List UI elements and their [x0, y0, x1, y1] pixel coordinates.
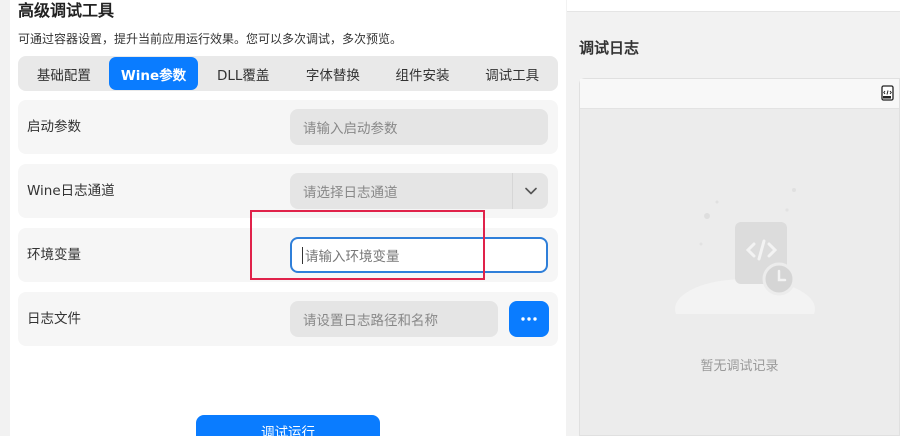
launch-params-label: 启动参数	[27, 119, 81, 135]
env-vars-label: 环境变量	[27, 247, 81, 263]
tab-debug-tools[interactable]: 调试工具	[467, 57, 557, 90]
log-toolbar	[580, 79, 899, 109]
right-top-bar	[567, 0, 900, 12]
log-channel-select[interactable]: 请选择日志通道	[290, 173, 548, 209]
page-description: 可通过容器设置，提升当前应用运行效果。您可以多次调试，多次预览。	[18, 32, 403, 46]
log-channel-placeholder: 请选择日志通道	[303, 185, 398, 201]
debug-run-button[interactable]: 调试运行	[196, 415, 380, 436]
tab-component-install[interactable]: 组件安装	[378, 57, 468, 90]
chevron-down-icon[interactable]	[512, 173, 548, 209]
launch-params-input[interactable]: 请输入启动参数	[290, 109, 548, 145]
tab-wine-params[interactable]: Wine参数	[108, 57, 199, 90]
log-title: 调试日志	[579, 39, 640, 57]
debug-log-panel: 暂无调试记录	[579, 78, 900, 436]
log-file-row: 日志文件 请设置日志路径和名称	[18, 292, 558, 346]
launch-params-row: 启动参数 请输入启动参数	[18, 100, 558, 154]
tab-bar: 基础配置 Wine参数 DLL覆盖 字体替换 组件安装 调试工具	[18, 56, 558, 91]
log-file-input[interactable]: 请设置日志路径和名称	[290, 301, 498, 337]
ellipsis-icon	[521, 317, 537, 321]
highlight-box	[250, 210, 485, 280]
empty-log-text: 暂无调试记录	[700, 359, 779, 374]
browse-log-file-button[interactable]	[509, 301, 549, 337]
tab-dll-override[interactable]: DLL覆盖	[198, 57, 288, 90]
log-file-label: 日志文件	[27, 311, 81, 327]
log-channel-label: Wine日志通道	[27, 183, 115, 199]
code-file-icon[interactable]	[881, 85, 895, 105]
empty-log-illustration	[675, 188, 815, 314]
page-title: 高级调试工具	[18, 1, 115, 20]
tab-font-replace[interactable]: 字体替换	[288, 57, 378, 90]
tab-basic-config[interactable]: 基础配置	[19, 57, 109, 90]
